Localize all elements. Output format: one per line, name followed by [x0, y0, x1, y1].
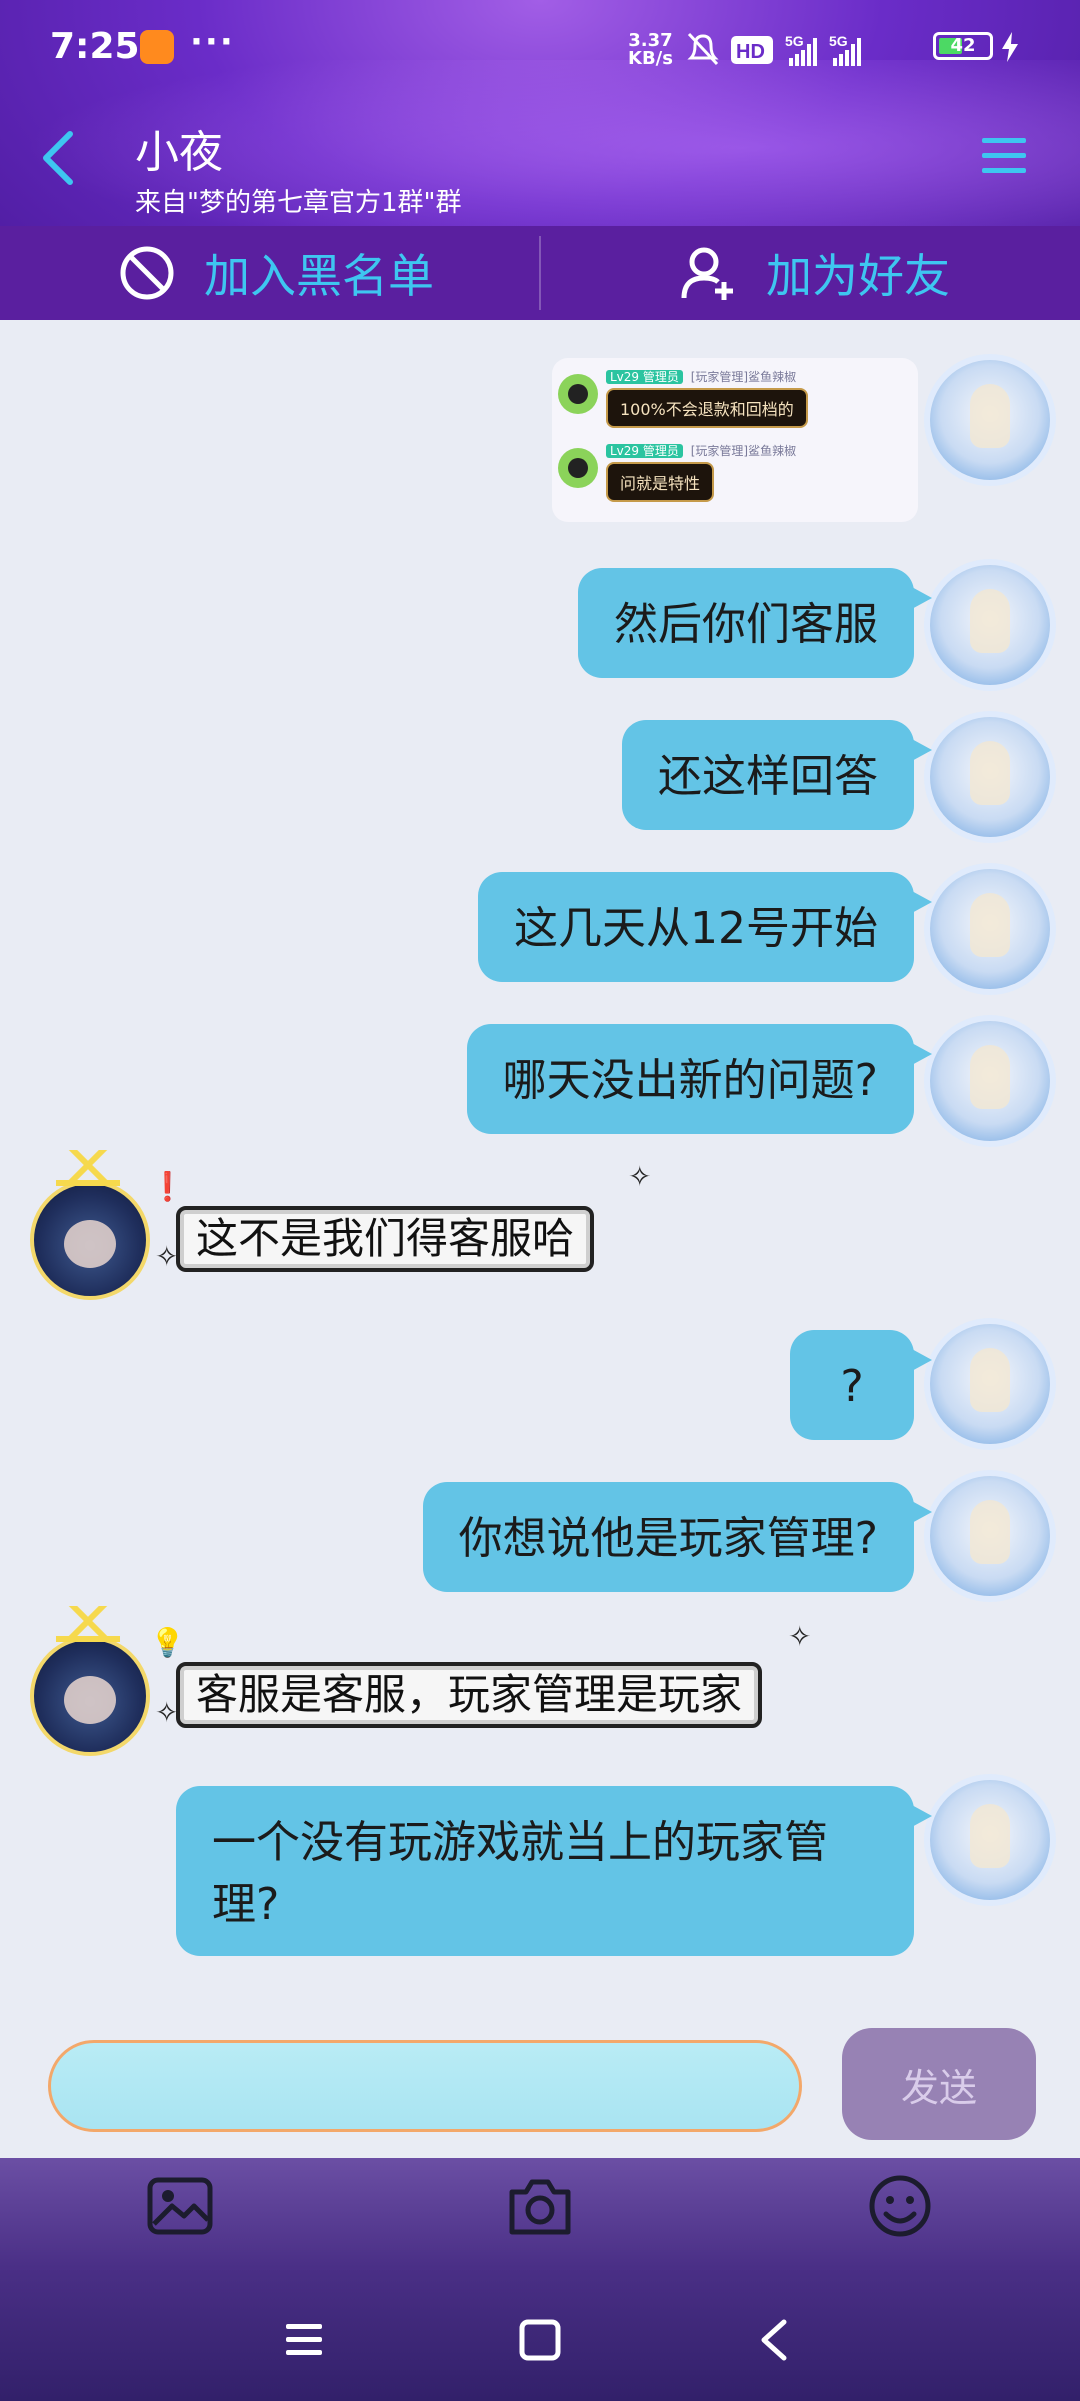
- home-icon[interactable]: [516, 2316, 564, 2364]
- admin-tag: Lv29 管理员: [606, 370, 683, 384]
- back-chevron-icon[interactable]: [38, 128, 78, 188]
- lightbulb-sticker-icon: 💡: [150, 1626, 185, 1659]
- add-user-icon: [681, 247, 733, 300]
- nav-back-icon[interactable]: [752, 2316, 800, 2364]
- status-time: 7:25: [50, 26, 140, 67]
- shopping-app-notification-icon: [140, 30, 174, 64]
- chat-bubble-sent[interactable]: ?: [790, 1330, 932, 1440]
- status-icons: HD 5G 5G: [687, 32, 861, 66]
- chat-bubble-sent[interactable]: 一个没有玩游戏就当上的玩家管理?: [176, 1786, 932, 1956]
- message-composer: 发送: [0, 2010, 1080, 2160]
- emoji-icon[interactable]: [864, 2170, 936, 2242]
- sparkle-icon: ✧: [155, 1240, 179, 1273]
- my-avatar[interactable]: [930, 1476, 1050, 1596]
- recent-apps-icon[interactable]: [280, 2316, 328, 2364]
- chat-header: 7:25 ··· 3.37 KB/s HD 5G 5G 42 小夜 来自"梦的第…: [0, 0, 1080, 320]
- network-speed-unit: KB/s: [628, 48, 673, 69]
- image-message-text: 问就是特性: [606, 462, 715, 502]
- admin-tag: Lv29 管理员: [606, 444, 683, 458]
- contact-avatar[interactable]: [30, 1150, 150, 1300]
- sparkle-icon: ✧: [628, 1160, 652, 1193]
- avatar: [558, 374, 598, 414]
- image-message[interactable]: Lv29 管理员 [玩家管理]鲨鱼辣椒 100%不会退款和回档的 Lv29 管理…: [552, 358, 918, 522]
- my-avatar[interactable]: [930, 869, 1050, 989]
- contact-subtitle: 来自"梦的第七章官方1群"群: [135, 188, 462, 218]
- chat-bubble-received[interactable]: 这不是我们得客服哈: [176, 1206, 595, 1272]
- add-to-blacklist-button[interactable]: 加入黑名单: [118, 226, 434, 320]
- member-title: [玩家管理]鲨鱼辣椒: [690, 444, 797, 458]
- chat-bubble-sent[interactable]: 然后你们客服: [578, 568, 932, 678]
- image-icon[interactable]: [144, 2170, 216, 2242]
- add-to-blacklist-label: 加入黑名单: [204, 249, 434, 303]
- sparkle-icon: ✧: [788, 1620, 812, 1653]
- hd-label: HD: [736, 41, 765, 63]
- message-input[interactable]: [48, 2040, 802, 2132]
- my-avatar[interactable]: [930, 360, 1050, 480]
- status-bar: 7:25 ··· 3.37 KB/s HD 5G 5G 42: [0, 0, 1080, 100]
- block-icon: [120, 246, 174, 300]
- battery-icon: 42: [933, 32, 993, 60]
- contact-action-bar: 加入黑名单 加为好友: [0, 226, 1080, 320]
- image-message-row: Lv29 管理员 [玩家管理]鲨鱼辣椒 问就是特性: [558, 442, 912, 510]
- my-avatar[interactable]: [930, 565, 1050, 685]
- divider: [539, 236, 541, 310]
- network-type-1: 5G: [785, 33, 804, 49]
- my-avatar[interactable]: [930, 1021, 1050, 1141]
- network-type-2: 5G: [829, 33, 848, 49]
- chat-bubble-received[interactable]: 客服是客服，玩家管理是玩家: [176, 1662, 763, 1728]
- my-avatar[interactable]: [930, 717, 1050, 837]
- network-speed: 3.37 KB/s: [628, 32, 673, 68]
- my-avatar[interactable]: [930, 1780, 1050, 1900]
- sparkle-icon: ✧: [155, 1696, 179, 1729]
- image-message-text: 100%不会退款和回档的: [606, 388, 808, 428]
- avatar: [558, 448, 598, 488]
- camera-icon[interactable]: [504, 2170, 576, 2242]
- battery-level: 42: [950, 35, 976, 56]
- hamburger-menu-icon[interactable]: [980, 136, 1028, 176]
- image-message-row: Lv29 管理员 [玩家管理]鲨鱼辣椒 100%不会退款和回档的: [558, 368, 912, 436]
- mute-bell-icon: [687, 32, 719, 66]
- message-list[interactable]: Lv29 管理员 [玩家管理]鲨鱼辣椒 100%不会退款和回档的 Lv29 管理…: [0, 320, 1080, 2020]
- chat-bubble-sent[interactable]: 哪天没出新的问题?: [466, 1024, 933, 1134]
- exclamation-sticker-icon: ❗: [150, 1170, 185, 1203]
- send-button[interactable]: 发送: [842, 2028, 1036, 2140]
- contact-name: 小夜: [135, 127, 223, 178]
- chat-bubble-sent[interactable]: 你想说他是玩家管理?: [422, 1482, 933, 1592]
- add-friend-button[interactable]: 加为好友: [680, 226, 950, 320]
- chat-bubble-sent[interactable]: 这几天从12号开始: [478, 872, 932, 982]
- charging-icon: [1002, 32, 1018, 62]
- more-notifications-icon: ···: [190, 22, 235, 62]
- my-avatar[interactable]: [930, 1324, 1050, 1444]
- member-title: [玩家管理]鲨鱼辣椒: [690, 370, 797, 384]
- contact-avatar[interactable]: [30, 1606, 150, 1756]
- chat-bubble-sent[interactable]: 还这样回答: [622, 720, 932, 830]
- add-friend-label: 加为好友: [766, 249, 950, 303]
